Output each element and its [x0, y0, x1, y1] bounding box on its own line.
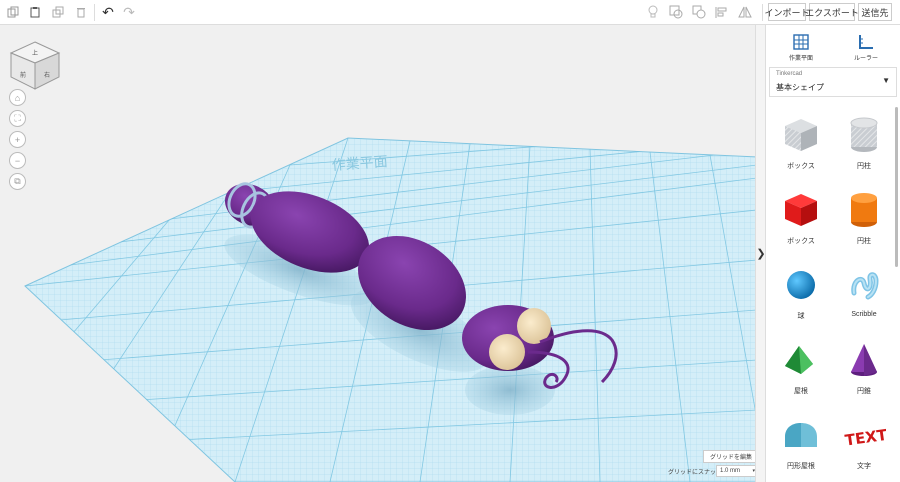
cone-purple-icon: [851, 344, 877, 376]
scribble-icon: [851, 272, 879, 300]
top-toolbar: ↶ ↷ インポート エクスポート 送信先: [0, 0, 900, 25]
sidebar-scrollbar[interactable]: [895, 107, 898, 267]
trash-icon[interactable]: [72, 3, 90, 21]
panel-collapse-handle[interactable]: ❯: [755, 25, 766, 482]
3d-viewport[interactable]: 作業平面 上 前 右 ⌂ ⛶ + − ⧉: [0, 25, 755, 482]
duplicate-icon[interactable]: [49, 3, 67, 21]
text-red-icon: TEXT: [844, 426, 886, 450]
mirror-icon[interactable]: [736, 3, 754, 21]
snap-grid-select[interactable]: 1.0 mm ▾: [716, 465, 759, 477]
shape-text[interactable]: TEXT 文字: [834, 413, 894, 482]
svg-text:TEXT: TEXT: [844, 426, 886, 450]
ruler-icon: [859, 35, 873, 49]
box-striped-icon: [785, 119, 817, 151]
round-roof-icon: [785, 423, 817, 447]
shape-cylinder-striped[interactable]: 円柱: [834, 113, 894, 183]
shape-round-roof[interactable]: 円形屋根: [771, 413, 831, 482]
redo-icon[interactable]: ↷: [120, 3, 138, 21]
import-button[interactable]: インポート: [765, 3, 810, 21]
export-button[interactable]: エクスポート: [805, 3, 859, 21]
home-view-icon[interactable]: ⌂: [9, 89, 26, 106]
align-icon[interactable]: [713, 3, 731, 21]
snap-grid-label: グリッドにスナップ: [668, 470, 723, 476]
roof-green-icon: [785, 346, 813, 374]
library-name: 基本シェイプ: [776, 83, 824, 92]
zoom-out-icon[interactable]: −: [9, 152, 26, 169]
cylinder-striped-icon: [850, 117, 878, 152]
shape-box-striped[interactable]: ボックス: [771, 113, 831, 183]
library-provider: Tinkercad: [776, 71, 803, 77]
ruler-tool[interactable]: ルーラー: [841, 33, 891, 63]
caret-down-icon: ▼: [882, 76, 890, 85]
undo-icon[interactable]: ↶: [99, 3, 117, 21]
svg-text:上: 上: [32, 49, 38, 57]
tinkercad-editor: ↶ ↷ インポート エクスポート 送信先 作業平面 上 前 右 ⌂ ⛶ + − …: [0, 0, 900, 482]
light-bulb-icon[interactable]: [644, 3, 662, 21]
workplane-icon: [793, 34, 809, 50]
perspective-icon[interactable]: ⧉: [9, 173, 26, 190]
copy-icon[interactable]: [4, 3, 22, 21]
shape-sphere[interactable]: 球: [771, 263, 831, 333]
svg-text:右: 右: [44, 71, 50, 79]
cylinder-orange-icon: [851, 193, 877, 227]
paste-icon[interactable]: [26, 3, 44, 21]
sphere-blue-icon: [787, 271, 815, 299]
send-to-button[interactable]: 送信先: [858, 3, 892, 21]
zoom-in-icon[interactable]: +: [9, 131, 26, 148]
shape-cone[interactable]: 円錐: [834, 338, 894, 408]
shapes-sidebar: 作業平面 ルーラー Tinkercad 基本シェイプ ▼ ボックス 円柱 ボック…: [765, 25, 900, 482]
workplane-tool[interactable]: 作業平面: [776, 33, 826, 63]
shape-scribble[interactable]: Scribble: [834, 263, 894, 333]
shape-cylinder-orange[interactable]: 円柱: [834, 188, 894, 258]
group-icon[interactable]: [667, 3, 685, 21]
workplane-label: 作業平面: [788, 56, 813, 62]
box-red-icon: [785, 194, 817, 226]
svg-text:前: 前: [20, 71, 26, 79]
snap-grid-value: 1.0 mm: [720, 468, 741, 474]
ruler-label: ルーラー: [853, 56, 878, 62]
edit-grid-button[interactable]: グリッドを編集: [703, 450, 759, 463]
view-cube[interactable]: 上 前 右: [7, 39, 63, 95]
right-eye: [489, 334, 525, 370]
shape-library-select[interactable]: Tinkercad 基本シェイプ ▼: [769, 67, 897, 97]
shape-roof[interactable]: 屋根: [771, 338, 831, 408]
fit-view-icon[interactable]: ⛶: [9, 110, 26, 127]
ungroup-icon[interactable]: [690, 3, 708, 21]
shape-box-red[interactable]: ボックス: [771, 188, 831, 258]
